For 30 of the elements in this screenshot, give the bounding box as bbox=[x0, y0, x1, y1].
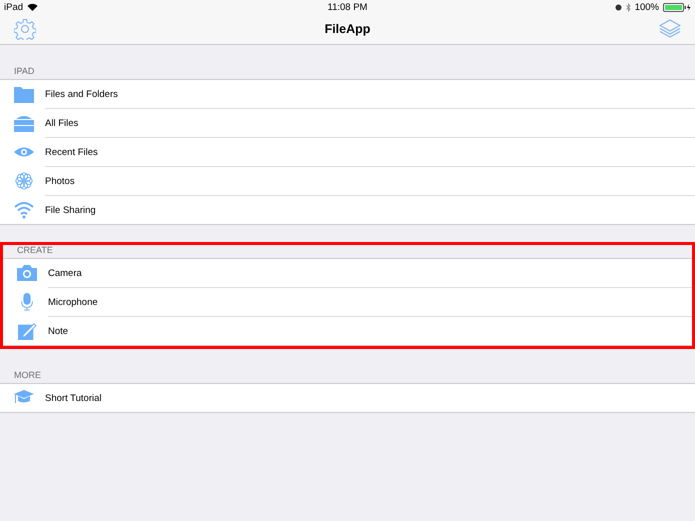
folder-icon bbox=[14, 85, 34, 103]
settings-button[interactable] bbox=[14, 18, 36, 40]
list-item[interactable]: Files and Folders bbox=[0, 80, 695, 108]
list-item[interactable]: Camera bbox=[3, 259, 692, 287]
note-icon bbox=[17, 322, 37, 340]
clock-time: 11:08 PM bbox=[328, 2, 368, 12]
battery-icon bbox=[663, 2, 691, 12]
section-header: IPAD bbox=[13, 66, 36, 78]
alarm-icon bbox=[614, 4, 622, 10]
settings-icon bbox=[14, 18, 36, 40]
carrier-label: iPad bbox=[4, 2, 24, 12]
flower-icon bbox=[14, 172, 34, 190]
list-item[interactable]: Note bbox=[48, 316, 692, 345]
layers-button[interactable] bbox=[659, 19, 681, 39]
list-item[interactable]: Photos bbox=[45, 166, 695, 195]
list-item[interactable]: Microphone bbox=[48, 287, 692, 316]
camera-icon bbox=[17, 264, 37, 282]
list-item[interactable]: All Files bbox=[45, 108, 695, 137]
app-title: FileApp bbox=[324, 22, 370, 36]
layers-icon bbox=[659, 19, 681, 39]
list-item[interactable]: Recent Files bbox=[45, 137, 695, 166]
list-item[interactable]: File Sharing bbox=[45, 195, 695, 224]
list-item[interactable]: Short Tutorial bbox=[0, 384, 695, 412]
wifi-signal-icon bbox=[27, 3, 38, 11]
wifi-icon bbox=[14, 201, 34, 219]
section-header: CREATE bbox=[16, 245, 54, 257]
section-header: MORE bbox=[13, 370, 42, 382]
battery-percent: 100% bbox=[634, 2, 659, 12]
bluetooth-icon bbox=[626, 2, 631, 12]
archive-icon bbox=[14, 114, 34, 132]
